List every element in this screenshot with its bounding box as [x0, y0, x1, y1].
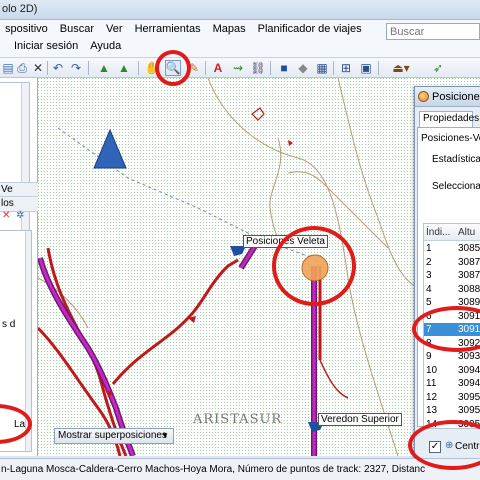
- navigate-icon[interactable]: ➶: [430, 60, 446, 76]
- row-altitude: 3085: [458, 243, 480, 254]
- track-properties-panel: Posiciones- Propiedades Posiciones-Ve Es…: [414, 86, 480, 461]
- fit-icon[interactable]: ⊞: [338, 60, 354, 76]
- left-panel-text-3: s d: [2, 319, 16, 330]
- panel-tabs: Propiedades: [415, 109, 480, 127]
- row-altitude: 3094: [458, 378, 480, 389]
- table-row[interactable]: 2 3087: [424, 256, 480, 269]
- waypoint-icon[interactable]: ⇝: [230, 60, 246, 76]
- row-index: 5: [426, 297, 432, 308]
- row-index: 13: [426, 405, 438, 416]
- track-icon: [418, 91, 429, 102]
- row-index: 9: [426, 351, 432, 362]
- left-panel: Ve los ✕ ✲ s d Lag: [0, 78, 38, 456]
- row-altitude: 3088: [458, 283, 480, 295]
- status-bar: n-Laguna Mosca-Caldera-Cerro Machos-Hoya…: [0, 458, 480, 480]
- annotation-circle-point: [272, 226, 356, 306]
- overlay-dropdown-label: Mostrar superposiciones: [58, 430, 167, 441]
- track-name-field[interactable]: Posiciones-Ve: [421, 133, 480, 144]
- endpoint-label[interactable]: Veredon Superior: [318, 413, 402, 426]
- device-dropdown-icon[interactable]: ⏏▾: [388, 60, 414, 76]
- undo-icon[interactable]: ↶: [50, 60, 66, 76]
- table-row[interactable]: 10 3094: [424, 364, 480, 377]
- table-row[interactable]: 9 3093: [424, 350, 480, 363]
- row-index: 1: [426, 243, 432, 254]
- row-index: 10: [426, 364, 438, 376]
- menu-device[interactable]: spositivo: [0, 23, 55, 35]
- title-bar: olo 2D): [0, 0, 480, 20]
- status-text: n-Laguna Mosca-Caldera-Cerro Machos-Hoya…: [1, 464, 426, 475]
- row-index: 3: [426, 270, 432, 281]
- window-title: olo 2D): [2, 3, 38, 15]
- table-row[interactable]: 1 3085: [424, 242, 480, 255]
- row-altitude: 3095: [458, 405, 480, 416]
- table-row[interactable]: 4 3088: [424, 283, 480, 296]
- menu-tools[interactable]: Herramientas: [130, 23, 208, 35]
- library-scrollbar[interactable]: [21, 83, 29, 253]
- column-index[interactable]: Índi...: [426, 227, 450, 238]
- panel-title: Posiciones-: [432, 91, 480, 103]
- select-hint: Selecciona v: [432, 181, 480, 192]
- delete-icon[interactable]: ✕: [30, 60, 46, 76]
- tab-properties[interactable]: Propiedades: [419, 111, 479, 127]
- map-3d-icon[interactable]: ◆: [295, 60, 311, 76]
- grid-icon[interactable]: ▦: [314, 60, 330, 76]
- chevron-down-icon: ▼: [161, 431, 169, 440]
- left-panel-toolstrip: ✕ ✲: [0, 210, 38, 226]
- menu-bar: spositivo Buscar Ver Herramientas Mapas …: [0, 20, 480, 58]
- menu-maps[interactable]: Mapas: [208, 23, 253, 35]
- row-index: 2: [426, 256, 432, 268]
- row-index: 4: [426, 283, 432, 295]
- stats-label[interactable]: Estadísticas: [432, 154, 480, 165]
- map-2d-icon[interactable]: ■: [276, 60, 292, 76]
- receive-icon[interactable]: ▲: [96, 60, 112, 76]
- table-row[interactable]: 13 3095: [424, 404, 480, 417]
- row-altitude: 3087: [458, 270, 480, 281]
- upload-icon[interactable]: ▲: [116, 60, 132, 76]
- menu-search[interactable]: Buscar: [55, 23, 101, 35]
- row-index: 11: [426, 378, 437, 389]
- menu-row-main: spositivo Buscar Ver Herramientas Mapas …: [0, 23, 369, 35]
- left-panel-text-1: Ve: [1, 184, 13, 195]
- menu-sign-in[interactable]: Iniciar sesión: [9, 40, 85, 52]
- tiles-icon[interactable]: ▣: [358, 60, 374, 76]
- table-header: Índi... Altu: [424, 224, 480, 241]
- menu-trip-planner[interactable]: Planificador de viajes: [253, 23, 369, 35]
- row-altitude: 3087: [458, 256, 480, 268]
- library-tree[interactable]: [0, 82, 30, 254]
- table-row[interactable]: 3 3087: [424, 269, 480, 282]
- table-row[interactable]: 12 3095: [424, 391, 480, 404]
- settings-icon[interactable]: ✲: [16, 210, 24, 221]
- map-watermark: ARISTASUR: [193, 412, 283, 427]
- menu-view[interactable]: Ver: [101, 23, 130, 35]
- table-row[interactable]: 11 3094: [424, 377, 480, 390]
- annotation-circle-zoom: [155, 50, 191, 86]
- app-window: olo 2D) spositivo Buscar Ver Herramienta…: [0, 0, 480, 480]
- toolbar: ▤ ⎙ ✕ ↶ ↷ ▲ ▲ ✋ 🔍 ✎ A ⇝ ⛓ ■ ◆ ▦ ⊞ ▣ ⏏▾ ➶: [0, 58, 480, 78]
- overlay-dropdown[interactable]: Mostrar superposiciones ▼: [54, 428, 174, 444]
- row-altitude: 3093: [458, 351, 480, 362]
- panel-title-bar[interactable]: Posiciones-: [415, 87, 480, 107]
- row-index: 12: [426, 391, 438, 403]
- menu-row-secondary: Iniciar sesión Ayuda: [9, 40, 128, 52]
- link-icon[interactable]: ⛓: [250, 60, 266, 76]
- print-icon[interactable]: ⎙: [14, 60, 30, 76]
- row-altitude: 3095: [458, 391, 480, 403]
- menu-help[interactable]: Ayuda: [85, 40, 128, 52]
- left-panel-text-2: los: [1, 198, 14, 209]
- row-altitude: 3094: [458, 364, 480, 376]
- route-icon[interactable]: A: [210, 60, 226, 76]
- column-altitude[interactable]: Altu: [458, 227, 475, 238]
- close-small-icon[interactable]: ✕: [2, 210, 10, 221]
- redo-icon[interactable]: ↷: [68, 60, 84, 76]
- search-input[interactable]: [386, 23, 480, 40]
